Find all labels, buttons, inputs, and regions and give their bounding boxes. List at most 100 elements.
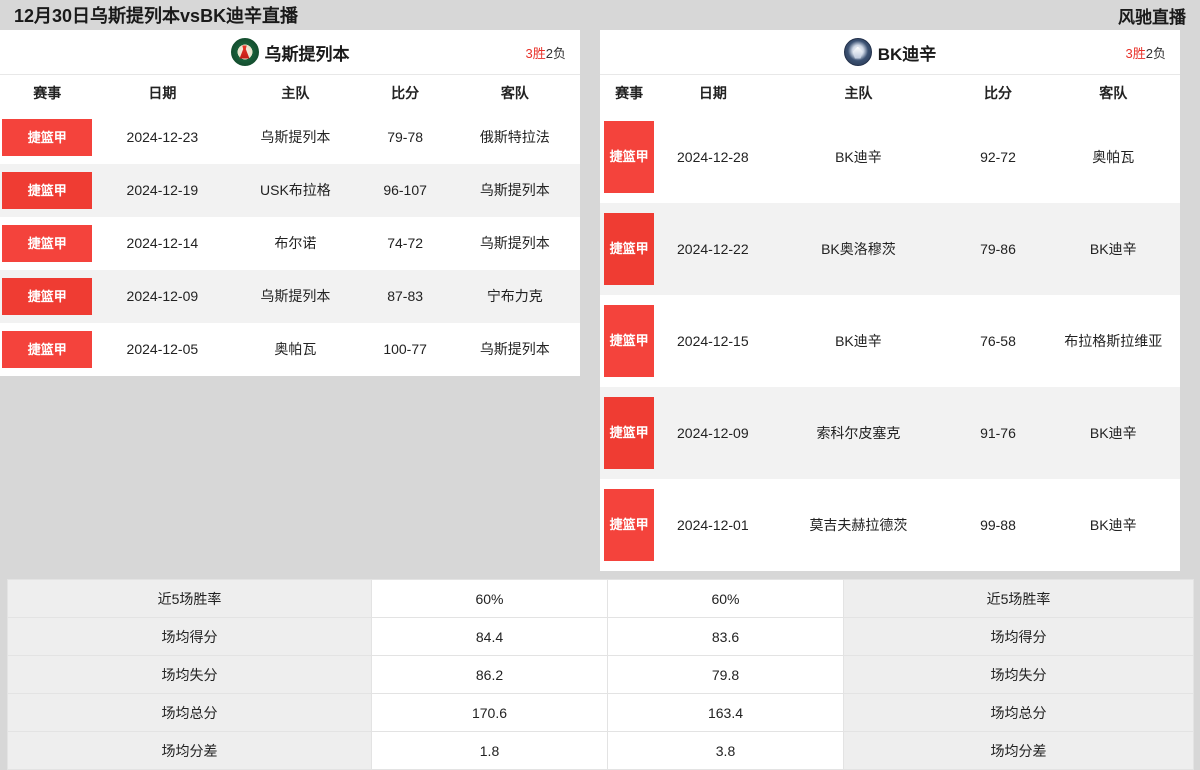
stat-label-right: 场均得分 (843, 617, 1194, 656)
stat-value-left: 1.8 (371, 731, 608, 770)
match-score: 91-76 (949, 387, 1047, 479)
table-row[interactable]: 捷篮甲 2024-12-09 索科尔皮塞克 91-76 BK迪辛 (600, 387, 1180, 479)
right-team-header: BK迪辛 3胜2负 (600, 30, 1180, 75)
stat-value-right: 163.4 (607, 693, 844, 732)
match-date: 2024-12-05 (94, 323, 231, 376)
match-date: 2024-12-23 (94, 111, 231, 164)
league-badge: 捷篮甲 (2, 331, 93, 368)
left-team-identity: 乌斯提列本 (0, 38, 580, 66)
match-score: 96-107 (360, 164, 450, 217)
stats-row: 场均得分 84.4 83.6 场均得分 (7, 617, 1194, 656)
match-score: 79-86 (949, 203, 1047, 295)
comparison-panels: 乌斯提列本 3胜2负 赛事 日期 主队 比分 客队 捷篮甲 2024-12-23… (0, 30, 1200, 571)
col-header-league: 赛事 (600, 75, 659, 111)
table-row[interactable]: 捷篮甲 2024-12-22 BK奥洛穆茨 79-86 BK迪辛 (600, 203, 1180, 295)
match-date: 2024-12-09 (658, 387, 768, 479)
home-team: 乌斯提列本 (230, 270, 361, 323)
away-team: BK迪辛 (1046, 203, 1180, 295)
league-cell: 捷篮甲 (0, 217, 95, 270)
left-team-name: 乌斯提列本 (264, 44, 350, 64)
right-team-panel: BK迪辛 3胜2负 赛事 日期 主队 比分 客队 捷篮甲 2024-12-28 … (600, 30, 1180, 571)
stat-label-left: 场均分差 (7, 731, 372, 770)
table-row[interactable]: 捷篮甲 2024-12-23 乌斯提列本 79-78 俄斯特拉法 (0, 111, 580, 164)
left-team-record: 3胜2负 (526, 43, 566, 62)
right-team-record: 3胜2负 (1126, 43, 1166, 62)
league-cell: 捷篮甲 (0, 270, 95, 323)
col-header-home: 主队 (230, 75, 361, 111)
col-header-home: 主队 (767, 75, 950, 111)
home-team: 索科尔皮塞克 (767, 387, 950, 479)
match-score: 87-83 (360, 270, 450, 323)
col-header-away: 客队 (1046, 75, 1180, 111)
match-date: 2024-12-28 (658, 111, 768, 203)
league-cell: 捷篮甲 (0, 111, 95, 164)
table-row[interactable]: 捷篮甲 2024-12-28 BK迪辛 92-72 奥帕瓦 (600, 111, 1180, 203)
league-cell: 捷篮甲 (0, 164, 95, 217)
league-badge: 捷篮甲 (604, 489, 655, 561)
stats-row: 场均分差 1.8 3.8 场均分差 (7, 731, 1194, 770)
right-team-identity: BK迪辛 (600, 38, 1180, 66)
home-team: BK迪辛 (767, 295, 950, 387)
col-header-date: 日期 (94, 75, 231, 111)
stat-label-left: 近5场胜率 (7, 579, 372, 618)
site-brand: 风驰直播 (1118, 7, 1186, 27)
away-team: 乌斯提列本 (449, 164, 580, 217)
home-team: 乌斯提列本 (230, 111, 361, 164)
home-team: BK奥洛穆茨 (767, 203, 950, 295)
away-team: 俄斯特拉法 (449, 111, 580, 164)
table-row[interactable]: 捷篮甲 2024-12-19 USK布拉格 96-107 乌斯提列本 (0, 164, 580, 217)
league-badge: 捷篮甲 (2, 172, 93, 209)
away-team: 乌斯提列本 (449, 323, 580, 376)
match-score: 99-88 (949, 479, 1047, 571)
home-team: 莫吉夫赫拉德茨 (767, 479, 950, 571)
stat-value-left: 84.4 (371, 617, 608, 656)
table-row[interactable]: 捷篮甲 2024-12-01 莫吉夫赫拉德茨 99-88 BK迪辛 (600, 479, 1180, 571)
league-badge: 捷篮甲 (604, 121, 655, 193)
match-score: 79-78 (360, 111, 450, 164)
league-badge: 捷篮甲 (2, 119, 93, 156)
match-date: 2024-12-15 (658, 295, 768, 387)
stat-label-right: 场均分差 (843, 731, 1194, 770)
away-team: 布拉格斯拉维亚 (1046, 295, 1180, 387)
col-header-league: 赛事 (0, 75, 95, 111)
home-team: 奥帕瓦 (230, 323, 361, 376)
league-badge: 捷篮甲 (604, 213, 655, 285)
away-team: BK迪辛 (1046, 479, 1180, 571)
table-row[interactable]: 捷篮甲 2024-12-14 布尔诺 74-72 乌斯提列本 (0, 217, 580, 270)
match-date: 2024-12-22 (658, 203, 768, 295)
match-date: 2024-12-01 (658, 479, 768, 571)
left-team-wins: 3胜 (525, 45, 546, 61)
match-score: 92-72 (949, 111, 1047, 203)
home-team: BK迪辛 (767, 111, 950, 203)
away-team: 宁布力克 (449, 270, 580, 323)
table-row[interactable]: 捷篮甲 2024-12-05 奥帕瓦 100-77 乌斯提列本 (0, 323, 580, 376)
league-cell: 捷篮甲 (600, 111, 659, 203)
col-header-score: 比分 (360, 75, 450, 111)
stat-value-right: 83.6 (607, 617, 844, 656)
match-date: 2024-12-19 (94, 164, 231, 217)
stat-value-left: 60% (371, 579, 608, 618)
away-team: 乌斯提列本 (449, 217, 580, 270)
right-team-losses: 2负 (1145, 45, 1166, 61)
stat-label-left: 场均总分 (7, 693, 372, 732)
league-cell: 捷篮甲 (600, 203, 659, 295)
match-score: 76-58 (949, 295, 1047, 387)
match-date: 2024-12-14 (94, 217, 231, 270)
table-row[interactable]: 捷篮甲 2024-12-09 乌斯提列本 87-83 宁布力克 (0, 270, 580, 323)
home-team: 布尔诺 (230, 217, 361, 270)
stats-row: 场均总分 170.6 163.4 场均总分 (7, 693, 1194, 732)
table-header-row: 赛事 日期 主队 比分 客队 (0, 75, 580, 111)
league-badge: 捷篮甲 (604, 305, 655, 377)
table-row[interactable]: 捷篮甲 2024-12-15 BK迪辛 76-58 布拉格斯拉维亚 (600, 295, 1180, 387)
league-cell: 捷篮甲 (600, 387, 659, 479)
match-score: 74-72 (360, 217, 450, 270)
away-team: BK迪辛 (1046, 387, 1180, 479)
stat-label-right: 场均总分 (843, 693, 1194, 732)
top-bar: 12月30日乌斯提列本vsBK迪辛直播 风驰直播 (0, 0, 1200, 30)
right-team-wins: 3胜 (1125, 45, 1146, 61)
col-header-away: 客队 (449, 75, 580, 111)
stat-label-left: 场均得分 (7, 617, 372, 656)
league-badge: 捷篮甲 (2, 225, 93, 262)
match-date: 2024-12-09 (94, 270, 231, 323)
right-team-name: BK迪辛 (877, 44, 937, 64)
